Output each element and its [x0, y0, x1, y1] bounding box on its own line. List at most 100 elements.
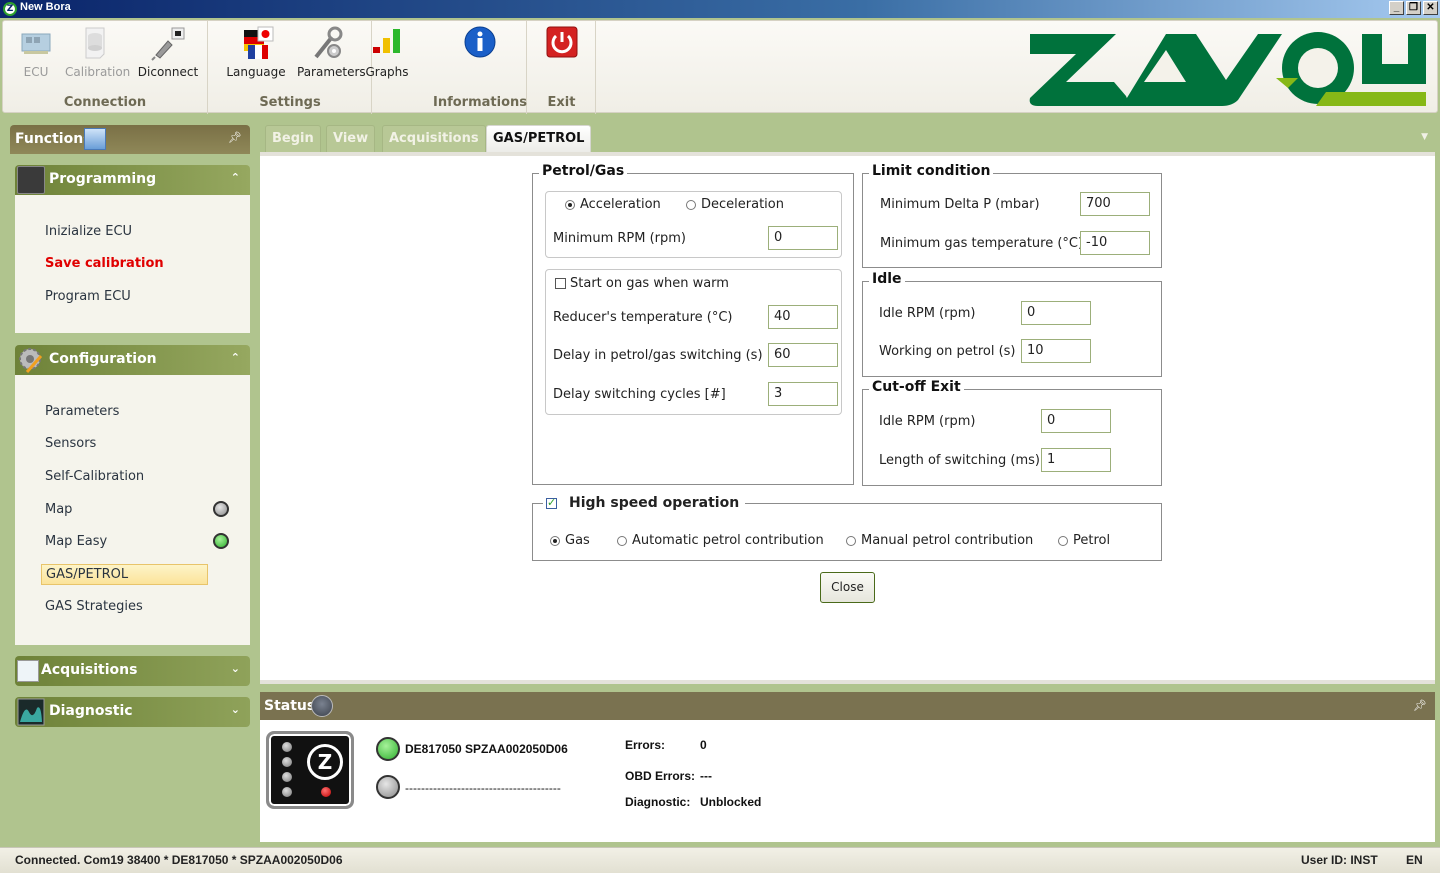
radio-label: Deceleration [701, 197, 784, 212]
menu-item-sensors[interactable]: Sensors [45, 436, 96, 451]
radio-dot [846, 535, 856, 546]
radio-manual-petrol[interactable]: Manual petrol contribution [846, 533, 1033, 548]
radio-deceleration[interactable]: Deceleration [686, 197, 784, 212]
status-panel-header: Status 📌︎ [260, 692, 1435, 720]
ribbon-group-settings: Language Parameters Graphs Settings [209, 21, 409, 114]
length-switching-input[interactable]: 1 [1041, 448, 1111, 472]
section-acquisitions-header[interactable]: Acquisitions ⌄ [15, 656, 250, 686]
close-window-button[interactable]: ✕ [1423, 1, 1438, 15]
device-red-led [321, 787, 331, 797]
exit-button[interactable] [531, 25, 593, 65]
status-panel-body: Z DE817050 SPZAA002050D06 --------------… [260, 720, 1435, 842]
min-delta-p-label: Minimum Delta P (mbar) [880, 197, 1040, 212]
close-button[interactable]: Close [820, 572, 875, 603]
radio-petrol[interactable]: Petrol [1058, 533, 1110, 548]
ribbon-group-exit: Exit [528, 21, 596, 114]
restore-button[interactable]: ❐ [1406, 1, 1421, 15]
section-title: Acquisitions [41, 662, 138, 678]
device-led [282, 772, 292, 782]
chip-icon [17, 166, 45, 194]
start-on-gas-checkbox[interactable]: Start on gas when warm [555, 276, 729, 291]
menu-item-parameters[interactable]: Parameters [45, 404, 119, 419]
delay-cycles-label: Delay switching cycles [#] [553, 387, 726, 402]
group-title: Idle [869, 271, 905, 287]
radio-label: Automatic petrol contribution [632, 533, 824, 548]
ecu-button[interactable]: ECU [5, 25, 67, 79]
reducer-temp-input[interactable]: 40 [768, 305, 838, 329]
obd-errors-label: OBD Errors: [625, 769, 696, 783]
menu-item-program-ecu[interactable]: Program ECU [45, 289, 131, 304]
radio-label: Acceleration [580, 197, 661, 212]
connection-status: Connected. Com19 38400 * DE817050 * SPZA… [15, 853, 343, 867]
app-logo-icon: Z [3, 2, 17, 16]
cutoff-idle-rpm-input[interactable]: 0 [1041, 409, 1111, 433]
high-speed-checkbox[interactable]: High speed operation [543, 495, 746, 511]
working-on-petrol-input[interactable]: 10 [1021, 339, 1091, 363]
radio-label: Petrol [1073, 533, 1111, 548]
language-button[interactable]: Language [225, 25, 287, 79]
delay-cycles-input[interactable]: 3 [768, 382, 838, 406]
idle-rpm-label: Idle RPM (rpm) [879, 306, 976, 321]
menu-item-gas-strategies[interactable]: GAS Strategies [45, 599, 143, 614]
menu-item-map[interactable]: Map [45, 502, 72, 517]
calibration-database-icon [78, 25, 114, 61]
section-title: Programming [49, 171, 157, 187]
menu-item-map-easy[interactable]: Map Easy [45, 534, 107, 549]
section-title: Diagnostic [49, 703, 133, 719]
min-gas-temp-input[interactable]: -10 [1080, 231, 1150, 255]
working-on-petrol-label: Working on petrol (s) [879, 344, 1016, 359]
tab-dropdown-icon[interactable]: ▼ [1421, 132, 1428, 142]
menu-item-gas-petrol[interactable]: GAS/PETROL [41, 564, 208, 585]
errors-value: 0 [700, 738, 707, 752]
menu-item-save-calibration[interactable]: Save calibration [45, 256, 164, 271]
zavoli-logo [1026, 26, 1430, 110]
delay-switching-input[interactable]: 60 [768, 343, 838, 367]
device-led [282, 757, 292, 767]
min-rpm-input[interactable]: 0 [768, 226, 838, 250]
section-configuration-header[interactable]: Configuration ⌃ [15, 345, 250, 375]
pin-icon[interactable]: 📌︎ [1413, 699, 1427, 712]
ribbon-group-label: Informations [433, 95, 528, 110]
chevron-up-icon: ⌃ [230, 171, 240, 184]
secondary-id-text: --------------------------------------- [405, 781, 561, 795]
section-title: Configuration [49, 351, 157, 367]
cutoff-exit-group: Cut-off Exit [862, 379, 1162, 486]
min-delta-p-input[interactable]: 700 [1080, 192, 1150, 216]
pin-icon[interactable]: 📌︎ [228, 131, 242, 144]
menu-item-initialize-ecu[interactable]: Inizialize ECU [45, 224, 132, 239]
idle-rpm-input[interactable]: 0 [1021, 301, 1091, 325]
functions-panel-header: Functions 📌︎ [10, 125, 250, 154]
radio-dot [1058, 535, 1068, 546]
calibration-button[interactable]: Calibration [65, 25, 130, 79]
tab-begin[interactable]: Begin [265, 125, 321, 152]
radio-automatic-petrol[interactable]: Automatic petrol contribution [617, 533, 824, 548]
tab-view[interactable]: View [326, 125, 376, 152]
map-easy-status-led [213, 533, 229, 549]
section-programming-body: Inizialize ECU Save calibration Program … [15, 195, 250, 333]
menu-item-self-calibration[interactable]: Self-Calibration [45, 469, 144, 484]
tab-acquisitions[interactable]: Acquisitions [382, 125, 486, 152]
minimize-button[interactable]: _ [1389, 1, 1404, 15]
parameters-button-label: Parameters [297, 65, 366, 79]
bar-graph-icon [369, 25, 405, 61]
section-configuration-body: Parameters Sensors Self-Calibration Map … [15, 375, 250, 645]
usb-disconnect-icon [150, 25, 186, 61]
informations-button[interactable] [449, 25, 511, 65]
radio-acceleration[interactable]: Acceleration [565, 197, 661, 212]
ecu-connection-led [376, 737, 400, 761]
radio-gas[interactable]: Gas [550, 533, 590, 548]
group-title: High speed operation [569, 495, 740, 511]
graphs-button[interactable]: Graphs [357, 25, 417, 79]
group-title: Cut-off Exit [869, 379, 964, 395]
tab-gas-petrol[interactable]: GAS/PETROL [486, 125, 592, 152]
radio-dot [550, 535, 560, 546]
section-diagnostic-header[interactable]: Diagnostic ⌄ [15, 697, 250, 727]
gauge-icon [311, 695, 333, 717]
disconnect-button[interactable]: Diconnect [137, 25, 199, 79]
radio-dot [617, 535, 627, 546]
section-programming-header[interactable]: Programming ⌃ [15, 165, 250, 195]
ribbon-group-connection: ECU Calibration Diconnect Connection [3, 21, 208, 114]
group-title: Limit condition [869, 163, 994, 179]
parameters-button[interactable]: Parameters [297, 25, 366, 79]
chevron-down-icon: ⌄ [230, 662, 240, 675]
